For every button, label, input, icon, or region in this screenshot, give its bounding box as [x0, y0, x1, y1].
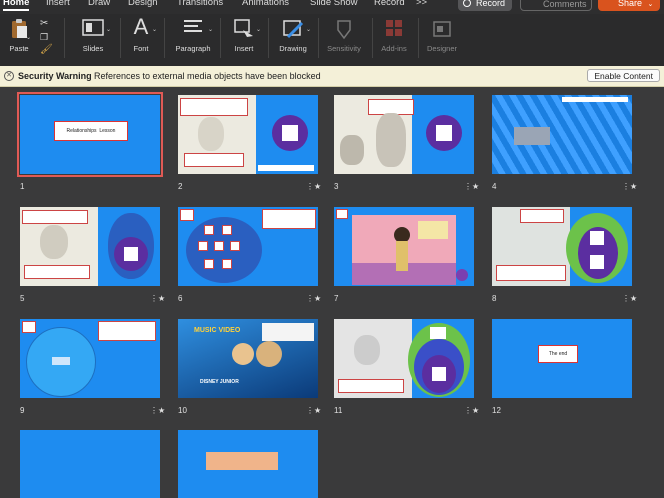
ribbon: ⌄ Paste ✂ ❐ 🖌 ⌄ Slides A ⌄ Font ⌄ Paragr…	[0, 14, 664, 66]
slide-thumbnail-13[interactable]	[20, 430, 160, 498]
slide-number: 9	[20, 406, 25, 415]
slide-transition-icons: ⋮★	[622, 182, 638, 191]
paste-button[interactable]: ⌄ Paste	[2, 14, 36, 66]
slide-number: 3	[334, 182, 339, 191]
slide-sorter: Relationships Lesson 1 2 ⋮★ 3 ⋮★ 4 ⋮★ 5 …	[0, 87, 664, 498]
clipboard-tools: ✂ ❐ 🖌	[36, 14, 60, 66]
slide-thumbnail-7[interactable]	[334, 207, 474, 286]
slide-number: 11	[334, 406, 343, 415]
record-button[interactable]: Record	[458, 0, 512, 11]
slide-transition-icons: ⋮★	[150, 406, 166, 415]
slide-number: 8	[492, 294, 497, 303]
slide-transition-icons: ⋮★	[306, 182, 322, 191]
tab-home[interactable]: Home	[3, 0, 30, 11]
slide-thumbnail-10[interactable]: MUSIC VIDEO DISNEY JUNIOR	[178, 319, 318, 398]
slide-thumbnail-9[interactable]	[20, 319, 160, 398]
slide-transition-icons: ⋮★	[306, 294, 322, 303]
slide-transition-icons: ⋮★	[464, 182, 480, 191]
addins-icon	[386, 20, 402, 36]
slide-thumbnail-8[interactable]	[492, 207, 632, 286]
insert-shape-icon	[234, 19, 253, 37]
paragraph-icon	[184, 20, 202, 32]
font-button[interactable]: A ⌄ Font	[124, 14, 158, 66]
scissors-icon[interactable]: ✂	[40, 18, 48, 29]
slide-thumbnail-14[interactable]	[178, 430, 318, 498]
slide-transition-icons: ⋮★	[622, 294, 638, 303]
record-icon	[463, 0, 471, 7]
slide-thumbnail-12[interactable]: The end	[492, 319, 632, 398]
slide-thumbnail-3[interactable]	[334, 95, 474, 174]
slide-number: 2	[178, 182, 183, 191]
slide-number: 5	[20, 294, 25, 303]
tab-insert[interactable]: Insert	[46, 0, 70, 8]
enable-content-button[interactable]: Enable Content	[587, 69, 660, 82]
slide-thumbnail-5[interactable]	[20, 207, 160, 286]
slide-thumbnail-6[interactable]	[178, 207, 318, 286]
share-button[interactable]: Share ⌄	[598, 0, 660, 11]
slide-thumbnail-11[interactable]	[334, 319, 474, 398]
comments-button[interactable]: Comments	[520, 0, 592, 11]
slides-button[interactable]: ⌄ Slides	[70, 14, 116, 66]
drawing-button[interactable]: ⌄ Drawing	[274, 14, 312, 66]
slide-brand: DISNEY JUNIOR	[200, 379, 239, 385]
slide-transition-icons: ⋮★	[464, 406, 480, 415]
drawing-icon	[283, 20, 304, 39]
slide-transition-icons: ⋮★	[306, 406, 322, 415]
tab-overflow[interactable]: >>	[416, 0, 427, 8]
slide-number: 4	[492, 182, 497, 191]
tab-draw[interactable]: Draw	[88, 0, 110, 8]
close-icon[interactable]: ✕	[4, 71, 14, 81]
designer-icon	[433, 21, 451, 37]
sensitivity-button[interactable]: Sensitivity	[322, 14, 366, 66]
slide-title-box: Relationships Lesson	[54, 121, 128, 141]
tab-animations[interactable]: Animations	[242, 0, 289, 8]
ribbon-tabs: Home Insert Draw Design Transitions Anim…	[0, 0, 664, 14]
tab-design[interactable]: Design	[128, 0, 158, 8]
designer-button[interactable]: Designer	[422, 14, 462, 66]
font-icon: A	[133, 14, 149, 39]
slide-number: 1	[20, 182, 25, 191]
slide-transition-icons: ⋮★	[150, 294, 166, 303]
tab-slide-show[interactable]: Slide Show	[310, 0, 358, 8]
addins-button[interactable]: Add-ins	[376, 14, 412, 66]
slides-icon	[82, 19, 104, 36]
chevron-down-icon: ⌄	[647, 1, 654, 8]
tab-record[interactable]: Record	[374, 0, 405, 8]
copy-icon[interactable]: ❐	[40, 32, 48, 43]
tab-transitions[interactable]: Transitions	[177, 0, 223, 8]
insert-button[interactable]: ⌄ Insert	[226, 14, 262, 66]
slide-headline: MUSIC VIDEO	[194, 327, 241, 334]
security-warning-message: References to external media objects hav…	[94, 71, 321, 81]
slide-number: 10	[178, 406, 187, 415]
security-warning-bar: ✕ Security Warning References to externa…	[0, 66, 664, 87]
paragraph-button[interactable]: ⌄ Paragraph	[170, 14, 216, 66]
slide-number: 7	[334, 294, 339, 303]
slide-title-box: The end	[538, 345, 578, 363]
security-warning-title: Security Warning	[18, 71, 92, 81]
slide-thumbnail-1[interactable]: Relationships Lesson	[17, 92, 163, 177]
slide-thumbnail-2[interactable]	[178, 95, 318, 174]
sensitivity-icon	[337, 20, 351, 40]
format-painter-icon[interactable]: 🖌	[40, 44, 53, 55]
slide-number: 6	[178, 294, 183, 303]
slide-thumbnail-4[interactable]	[492, 95, 632, 174]
slide-number: 12	[492, 406, 501, 415]
